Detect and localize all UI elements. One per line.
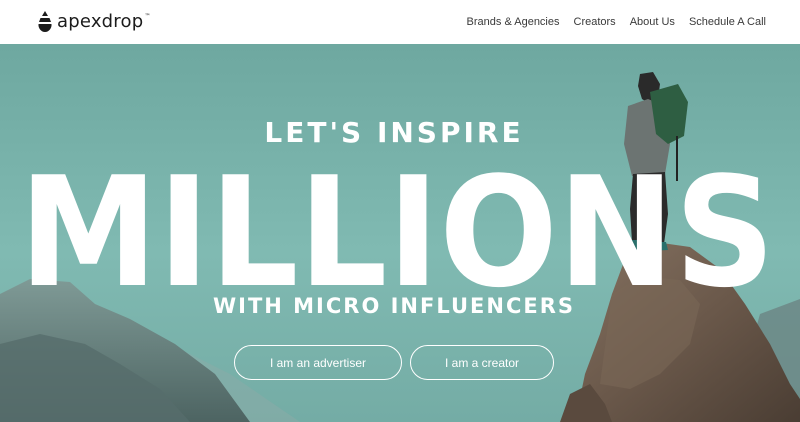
nav-link-brands-agencies[interactable]: Brands & Agencies	[467, 16, 560, 28]
nav-link-schedule-a-call[interactable]: Schedule A Call	[689, 16, 766, 28]
hero-tagline-bottom: WITH MICRO INFLUENCERS	[212, 294, 576, 318]
droplet-stack-logo-icon	[38, 11, 52, 32]
cta-group: I am an advertiser I am a creator	[234, 345, 554, 380]
hero-section: LET'S INSPIRE MILLIONS WITH MICRO INFLUE…	[0, 44, 800, 422]
hero-headline: MILLIONS	[19, 160, 775, 292]
brand-name: apexdrop	[57, 11, 144, 32]
brand-logo[interactable]: apexdrop ™	[37, 11, 150, 33]
creator-button[interactable]: I am a creator	[410, 345, 554, 380]
nav-link-about-us[interactable]: About Us	[630, 16, 675, 28]
nav-link-creators[interactable]: Creators	[574, 16, 616, 28]
hero-headline-text: MILLIONS	[19, 160, 775, 292]
advertiser-button[interactable]: I am an advertiser	[234, 345, 402, 380]
main-nav: Brands & Agencies Creators About Us Sche…	[467, 0, 766, 44]
trademark-symbol: ™	[144, 13, 151, 20]
site-header: apexdrop ™ Brands & Agencies Creators Ab…	[0, 0, 800, 44]
hero-tagline-top: LET'S INSPIRE	[264, 116, 524, 149]
page: apexdrop ™ Brands & Agencies Creators Ab…	[0, 0, 800, 422]
